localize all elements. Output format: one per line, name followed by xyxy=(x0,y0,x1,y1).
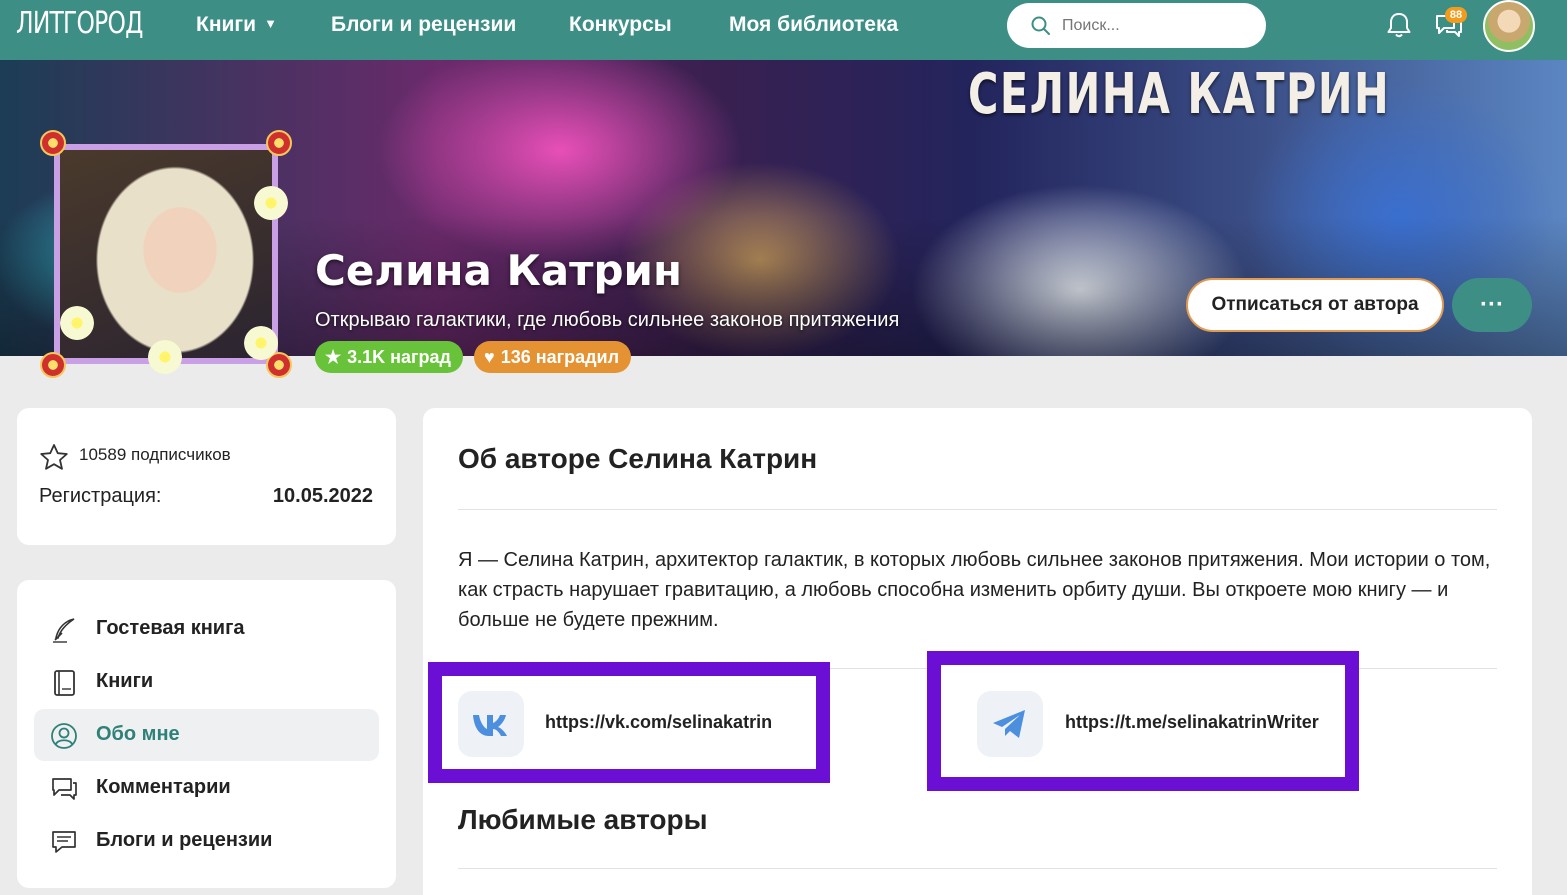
frame-gem-icon xyxy=(40,130,66,156)
frame-flower-icon xyxy=(254,186,288,220)
blog-icon xyxy=(52,831,76,853)
menu-item-about-me[interactable]: Обо мне xyxy=(34,709,379,761)
awards-given-badge[interactable]: ♥ 136 наградил xyxy=(474,341,632,373)
menu-item-guestbook[interactable]: Гостевая книга xyxy=(34,603,379,655)
divider xyxy=(458,509,1497,510)
registration-date: 10.05.2022 xyxy=(272,485,373,507)
notifications-bell-icon[interactable] xyxy=(1386,11,1412,39)
comments-icon xyxy=(52,778,77,800)
user-icon xyxy=(51,723,77,749)
frame-gem-icon xyxy=(266,130,292,156)
menu-item-comments[interactable]: Комментарии xyxy=(34,762,379,814)
author-avatar xyxy=(40,130,292,378)
author-stats-card: 10589 подписчиков Регистрация: 10.05.202… xyxy=(17,408,396,545)
menu-label: Блоги и рецензии xyxy=(96,829,273,851)
top-navigation-bar: ЛИТГОРОД Книги ▼ Блоги и рецензии Конкурс… xyxy=(0,0,1567,60)
menu-label: Обо мне xyxy=(96,723,180,745)
messages-count-badge: 88 xyxy=(1445,7,1467,23)
menu-label: Гостевая книга xyxy=(96,617,245,639)
awards-received-badge[interactable]: ★ 3.1K наград xyxy=(315,341,463,373)
menu-item-blogs[interactable]: Блоги и рецензии xyxy=(34,815,379,867)
menu-label: Книги xyxy=(96,670,154,692)
nav-contests[interactable]: Конкурсы xyxy=(569,13,672,37)
nav-books[interactable]: Книги ▼ xyxy=(196,13,277,37)
about-text: Я — Селина Катрин, архитектор галактик, … xyxy=(458,549,1491,631)
nav-blogs[interactable]: Блоги и рецензии xyxy=(331,13,516,37)
frame-flower-icon xyxy=(60,306,94,340)
frame-gem-icon xyxy=(40,352,66,378)
star-icon: ★ xyxy=(325,347,342,367)
menu-label: Комментарии xyxy=(96,776,231,798)
divider xyxy=(458,868,1497,869)
search-icon xyxy=(1031,16,1050,35)
banner-title: СЕЛИНА КАТРИН xyxy=(968,62,1391,127)
search-box[interactable] xyxy=(1007,3,1266,48)
site-logo[interactable]: ЛИТГОРОД xyxy=(16,6,143,41)
heart-icon: ♥ xyxy=(484,347,495,367)
search-input[interactable] xyxy=(1062,14,1252,38)
subscribers-count: 10589 подписчиков xyxy=(79,445,231,464)
frame-flower-icon xyxy=(244,326,278,360)
chevron-down-icon: ▼ xyxy=(264,16,277,31)
author-tagline: Открываю галактики, где любовь сильнее з… xyxy=(315,309,900,331)
nav-books-label: Книги xyxy=(196,13,257,36)
telegram-link[interactable]: https://t.me/selinakatrinWriter xyxy=(1065,712,1319,733)
menu-item-books[interactable]: Книги xyxy=(34,656,379,708)
awards-given-label: 136 наградил xyxy=(500,347,620,367)
user-avatar[interactable] xyxy=(1483,0,1535,52)
about-author-card: Об авторе Селина Катрин Я — Селина Катри… xyxy=(423,408,1532,895)
awards-received-label: 3.1K наград xyxy=(347,347,451,367)
author-name: Селина Катрин xyxy=(315,246,683,295)
nav-my-library[interactable]: Моя библиотека xyxy=(729,13,898,37)
registration-label: Регистрация: xyxy=(39,485,162,507)
star-outline-icon xyxy=(40,444,68,470)
frame-flower-icon xyxy=(148,340,182,374)
favorite-authors-title: Любимые авторы xyxy=(458,804,708,835)
about-title: Об авторе Селина Катрин xyxy=(458,443,818,474)
unsubscribe-button[interactable]: Отписаться от автора xyxy=(1186,278,1444,332)
vk-link[interactable]: https://vk.com/selinakatrin xyxy=(545,712,772,733)
vk-icon[interactable] xyxy=(458,691,524,757)
telegram-icon[interactable] xyxy=(977,691,1043,757)
book-icon xyxy=(54,670,75,696)
quill-icon xyxy=(53,618,75,643)
profile-menu-card: Гостевая книга Книги Обо мне Комментарии… xyxy=(17,580,396,888)
more-options-button[interactable]: ··· xyxy=(1452,278,1532,332)
